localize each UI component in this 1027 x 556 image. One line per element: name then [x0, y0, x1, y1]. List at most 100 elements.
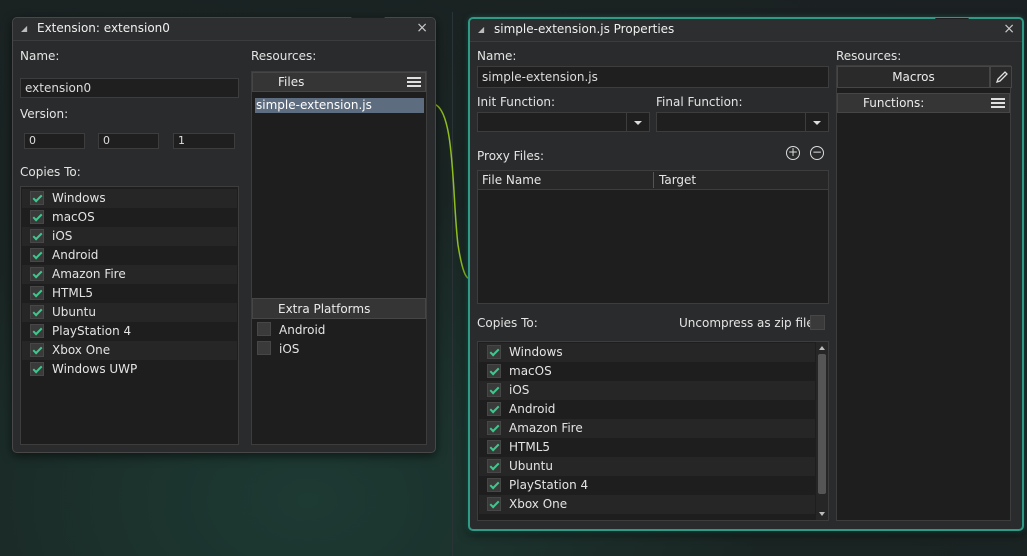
window-titlebar[interactable]: ◢ Extension: extension0 ×: [13, 18, 435, 41]
copies-to-label: Copies To:: [477, 316, 538, 330]
version-label: Version:: [20, 107, 69, 121]
file-item[interactable]: simple-extension.js: [255, 98, 424, 113]
list-item[interactable]: Windows: [22, 189, 237, 208]
checkbox[interactable]: [30, 286, 44, 300]
name-field[interactable]: simple-extension.js: [477, 66, 829, 88]
list-item-label: HTML5: [52, 286, 94, 300]
list-item[interactable]: Android: [479, 400, 815, 419]
checkbox[interactable]: [30, 267, 44, 281]
macros-button[interactable]: Macros: [837, 66, 990, 88]
functions-header-label: Functions:: [863, 96, 925, 110]
resources-panel: Files simple-extension.js Extra Platform…: [251, 71, 427, 445]
checkbox[interactable]: [30, 362, 44, 376]
copies-to-list: Windows macOS iOS Android Amazon Fire HTML5 Ub…: [477, 341, 829, 521]
window-titlebar[interactable]: ◢ simple-extension.js Properties ×: [470, 19, 1022, 42]
chevron-down-icon: [626, 113, 649, 131]
checkbox[interactable]: [487, 383, 501, 397]
menu-icon[interactable]: [991, 98, 1005, 108]
list-item-label: Windows: [509, 345, 563, 359]
checkbox[interactable]: [487, 440, 501, 454]
checkbox[interactable]: [487, 364, 501, 378]
checkbox[interactable]: [30, 248, 44, 262]
close-icon[interactable]: ×: [416, 20, 428, 36]
checkbox[interactable]: [487, 345, 501, 359]
collapse-icon[interactable]: ◢: [21, 24, 27, 33]
checkbox[interactable]: [30, 305, 44, 319]
functions-header[interactable]: Functions:: [837, 93, 1010, 113]
final-function-dropdown[interactable]: [656, 112, 829, 132]
list-item-label: PlayStation 4: [52, 324, 132, 338]
version-minor-field[interactable]: 0: [98, 133, 159, 149]
close-icon[interactable]: ×: [1003, 21, 1015, 37]
name-field[interactable]: extension0: [20, 78, 239, 98]
list-item-label: Amazon Fire: [509, 421, 583, 435]
files-header-label: Files: [278, 75, 305, 89]
menu-icon[interactable]: [407, 77, 421, 87]
name-label: Name:: [20, 49, 60, 63]
list-item[interactable]: iOS: [22, 227, 237, 246]
list-item-label: Windows UWP: [52, 362, 138, 376]
copies-to-list: Windows macOS iOS Android Amazon Fire HTML5 Ub…: [20, 186, 239, 445]
properties-window: ◢ simple-extension.js Properties × Name:…: [468, 17, 1024, 531]
list-item[interactable]: Android: [22, 246, 237, 265]
checkbox[interactable]: [30, 324, 44, 338]
edit-icon[interactable]: [990, 66, 1012, 88]
col-file-name[interactable]: File Name: [482, 173, 541, 187]
checkbox[interactable]: [487, 402, 501, 416]
list-item[interactable]: HTML5: [22, 284, 237, 303]
files-header[interactable]: Files: [252, 72, 426, 92]
column-divider[interactable]: [653, 172, 654, 188]
scroll-down-icon[interactable]: [819, 512, 825, 519]
list-item[interactable]: iOS: [479, 381, 815, 400]
list-item[interactable]: Xbox One: [22, 341, 237, 360]
init-function-label: Init Function:: [477, 95, 556, 109]
list-item[interactable]: Ubuntu: [479, 457, 815, 476]
list-item[interactable]: Amazon Fire: [22, 265, 237, 284]
final-function-label: Final Function:: [656, 95, 743, 109]
version-major-field[interactable]: 0: [24, 133, 85, 149]
add-icon[interactable]: +: [786, 146, 800, 160]
list-item[interactable]: Windows UWP: [22, 360, 237, 379]
checkbox[interactable]: [487, 478, 501, 492]
list-item-label: Windows: [52, 191, 106, 205]
name-label: Name:: [477, 49, 517, 63]
uncompress-label: Uncompress as zip file: [679, 316, 814, 330]
list-item[interactable]: Windows: [479, 343, 815, 362]
checkbox[interactable]: [257, 322, 271, 336]
window-title: Extension: extension0: [37, 21, 170, 35]
copies-to-label: Copies To:: [20, 165, 81, 179]
extra-platform-label: iOS: [279, 342, 300, 356]
uncompress-checkbox[interactable]: [810, 315, 825, 330]
collapse-icon[interactable]: ◢: [478, 25, 484, 34]
checkbox[interactable]: [30, 343, 44, 357]
checkbox[interactable]: [257, 341, 271, 355]
extension-window: ◢ Extension: extension0 × Name: extensio…: [12, 17, 436, 453]
version-patch-field[interactable]: 1: [173, 133, 235, 149]
checkbox[interactable]: [487, 497, 501, 511]
checkbox[interactable]: [30, 191, 44, 205]
scrollbar-thumb[interactable]: [818, 354, 826, 494]
list-item[interactable]: Amazon Fire: [479, 419, 815, 438]
list-item-label: Android: [509, 402, 556, 416]
checkbox[interactable]: [487, 421, 501, 435]
col-target[interactable]: Target: [659, 173, 696, 187]
scroll-up-icon[interactable]: [819, 343, 825, 350]
list-item[interactable]: HTML5: [479, 438, 815, 457]
remove-icon[interactable]: −: [810, 146, 824, 160]
list-item-label: HTML5: [509, 440, 551, 454]
list-item[interactable]: PlayStation 4: [22, 322, 237, 341]
checkbox[interactable]: [30, 229, 44, 243]
chevron-down-icon: [805, 113, 828, 131]
checkbox[interactable]: [487, 459, 501, 473]
list-item[interactable]: macOS: [479, 362, 815, 381]
list-item-label: Xbox One: [52, 343, 111, 357]
macros-label: Macros: [892, 70, 935, 84]
scrollbar[interactable]: [816, 342, 828, 520]
list-item[interactable]: macOS: [22, 208, 237, 227]
list-item[interactable]: Xbox One: [479, 495, 815, 514]
list-item[interactable]: PlayStation 4: [479, 476, 815, 495]
checkbox[interactable]: [30, 210, 44, 224]
init-function-dropdown[interactable]: [477, 112, 650, 132]
extra-platforms-header[interactable]: Extra Platforms: [252, 298, 426, 319]
list-item[interactable]: Ubuntu: [22, 303, 237, 322]
